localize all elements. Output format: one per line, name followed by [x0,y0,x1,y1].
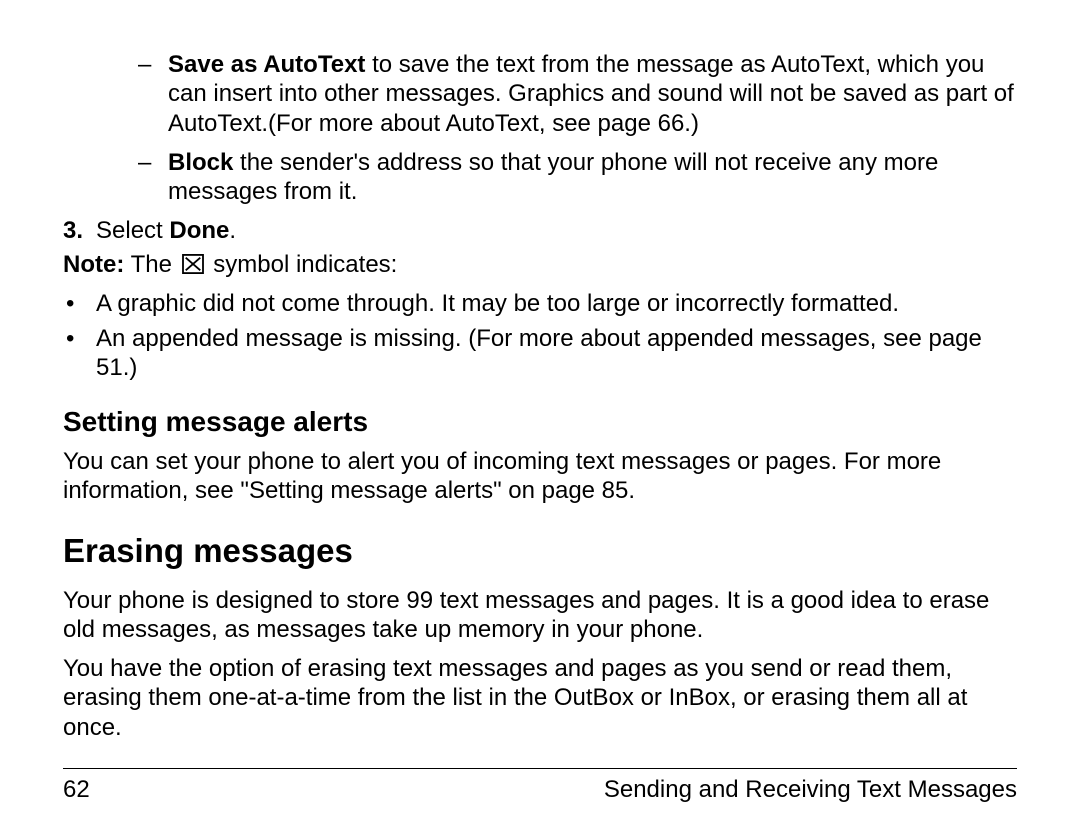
sublist-item: – Save as AutoText to save the text from… [138,50,1017,138]
sublist-item: – Block the sender's address so that you… [138,148,1017,207]
option-name: Save as AutoText [168,51,365,78]
chapter-title: Sending and Receiving Text Messages [604,775,1017,804]
option-name: Block [168,149,233,176]
bullet-item: • A graphic did not come through. It may… [63,289,1017,318]
bullet-item: • An appended message is missing. (For m… [63,324,1017,383]
subheading-paragraph: You can set your phone to alert you of i… [63,447,1017,506]
heading-erasing-messages: Erasing messages [63,531,1017,571]
page-number: 62 [63,775,90,804]
note-pre: The [124,251,178,278]
missing-content-icon [182,252,204,281]
subheading-setting-alerts: Setting message alerts [63,405,1017,439]
manual-page: – Save as AutoText to save the text from… [0,0,1080,834]
note-line: Note: The symbol indicates: [63,250,1017,281]
numbered-step: 3. Select Done. [63,216,1017,245]
bullet-text: A graphic did not come through. It may b… [96,290,899,317]
bullet-dot: • [66,324,74,353]
dash-bullet: – [138,148,151,177]
bullet-text: An appended message is missing. (For mor… [96,325,982,381]
footer-rule [63,768,1017,769]
step-text-pre: Select [96,217,169,244]
note-post: symbol indicates: [207,251,398,278]
note-label: Note: [63,251,124,278]
note-bullets: • A graphic did not come through. It may… [63,289,1017,383]
page-footer: 62 Sending and Receiving Text Messages [63,768,1017,804]
option-sublist: – Save as AutoText to save the text from… [63,50,1017,206]
step-item: 3. Select Done. [63,216,1017,245]
bullet-dot: • [66,289,74,318]
step-text-post: . [229,217,236,244]
step-text-bold: Done [169,217,229,244]
body-paragraph: You have the option of erasing text mess… [63,654,1017,742]
option-text: the sender's address so that your phone … [168,149,938,205]
dash-bullet: – [138,50,151,79]
step-number: 3. [63,216,83,245]
body-paragraph: Your phone is designed to store 99 text … [63,586,1017,645]
